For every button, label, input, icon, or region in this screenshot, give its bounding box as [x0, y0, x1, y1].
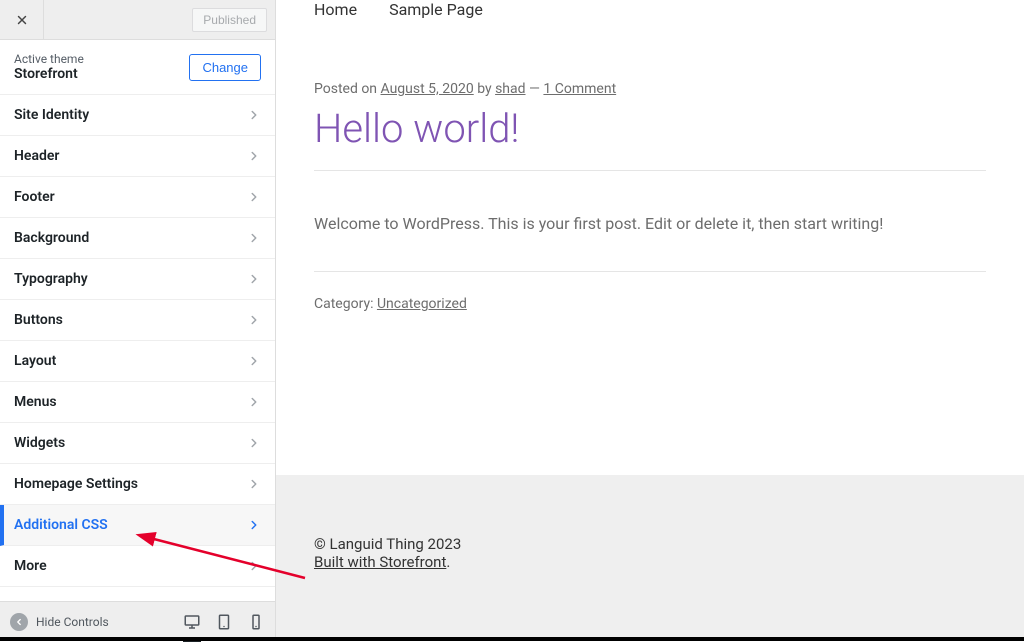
panel-item-label: Widgets [14, 435, 65, 451]
post-author[interactable]: shad [495, 81, 525, 97]
mobile-icon [247, 613, 265, 631]
panel-item-label: Additional CSS [14, 517, 108, 533]
hide-controls-button[interactable]: Hide Controls [10, 613, 109, 631]
panel-item-label: Homepage Settings [14, 476, 138, 492]
post-comments[interactable]: 1 Comment [543, 81, 616, 97]
post-content: Welcome to WordPress. This is your first… [314, 171, 986, 271]
panel-item-label: Typography [14, 271, 88, 287]
site-nav: Home Sample Page [276, 0, 1024, 33]
device-switcher [183, 613, 265, 631]
active-theme-block: Active theme Storefront Change [0, 40, 275, 95]
chevron-right-icon [247, 272, 261, 286]
panel-item-header[interactable]: Header [0, 136, 275, 177]
meta-posted-on: Posted on [314, 81, 381, 97]
post: Posted on August 5, 2020 by shad — 1 Com… [276, 33, 1024, 342]
post-meta: Posted on August 5, 2020 by shad — 1 Com… [314, 81, 986, 97]
active-theme-name: Storefront [14, 66, 84, 82]
category-label: Category: [314, 296, 377, 312]
bottom-edge [0, 637, 1024, 641]
panel-item-label: More [14, 558, 47, 574]
meta-by: by [474, 81, 495, 97]
panel-item-label: Menus [14, 394, 57, 410]
chevron-right-icon [247, 313, 261, 327]
tablet-device-button[interactable] [215, 613, 233, 631]
customizer-sidebar: Published Active theme Storefront Change… [0, 0, 276, 641]
preview-pane: Home Sample Page Posted on August 5, 202… [276, 0, 1024, 641]
desktop-device-button[interactable] [183, 613, 201, 631]
meta-sep: — [526, 81, 544, 97]
collapse-icon [10, 613, 28, 631]
panel-list: Site Identity Header Footer Background Typog… [0, 95, 275, 601]
hide-controls-label: Hide Controls [36, 615, 109, 629]
category-link[interactable]: Uncategorized [377, 296, 467, 312]
panel-item-label: Site Identity [14, 107, 89, 123]
panel-item-label: Background [14, 230, 89, 246]
chevron-right-icon [247, 190, 261, 204]
post-date[interactable]: August 5, 2020 [381, 81, 474, 97]
panel-item-label: Header [14, 148, 59, 164]
panel-item-layout[interactable]: Layout [0, 341, 275, 382]
change-theme-button[interactable]: Change [189, 54, 261, 81]
tablet-icon [215, 613, 233, 631]
nav-home[interactable]: Home [314, 0, 357, 19]
chevron-right-icon [247, 354, 261, 368]
chevron-right-icon [247, 477, 261, 491]
panel-item-background[interactable]: Background [0, 218, 275, 259]
bottom-bar: Hide Controls [0, 601, 275, 641]
desktop-icon [183, 613, 201, 631]
close-icon [15, 13, 29, 27]
active-theme-label: Active theme [14, 52, 84, 66]
panel-item-additional-css[interactable]: Additional CSS [0, 505, 275, 546]
panel-item-buttons[interactable]: Buttons [0, 300, 275, 341]
period: . [446, 553, 450, 571]
copyright: © Languid Thing 2023 [314, 535, 986, 553]
panel-item-label: Layout [14, 353, 56, 369]
nav-sample-page[interactable]: Sample Page [389, 0, 483, 19]
panel-item-typography[interactable]: Typography [0, 259, 275, 300]
customizer-topbar: Published [0, 0, 275, 40]
panel-item-homepage-settings[interactable]: Homepage Settings [0, 464, 275, 505]
post-category: Category: Uncategorized [314, 272, 986, 312]
post-title: Hello world! [314, 105, 986, 152]
chevron-right-icon [247, 395, 261, 409]
chevron-right-icon [247, 231, 261, 245]
chevron-right-icon [247, 436, 261, 450]
panel-item-menus[interactable]: Menus [0, 382, 275, 423]
chevron-right-icon [247, 518, 261, 532]
chevron-right-icon [247, 149, 261, 163]
chevron-right-icon [247, 559, 261, 573]
panel-item-footer[interactable]: Footer [0, 177, 275, 218]
site-footer: © Languid Thing 2023 Built with Storefro… [276, 475, 1024, 641]
panel-item-label: Footer [14, 189, 55, 205]
close-button[interactable] [0, 0, 44, 40]
panel-item-more[interactable]: More [0, 546, 275, 587]
panel-item-site-identity[interactable]: Site Identity [0, 95, 275, 136]
mobile-device-button[interactable] [247, 613, 265, 631]
panel-item-widgets[interactable]: Widgets [0, 423, 275, 464]
built-with-link[interactable]: Built with Storefront [314, 553, 446, 571]
panel-item-label: Buttons [14, 312, 63, 328]
chevron-right-icon [247, 108, 261, 122]
published-status: Published [192, 8, 267, 32]
